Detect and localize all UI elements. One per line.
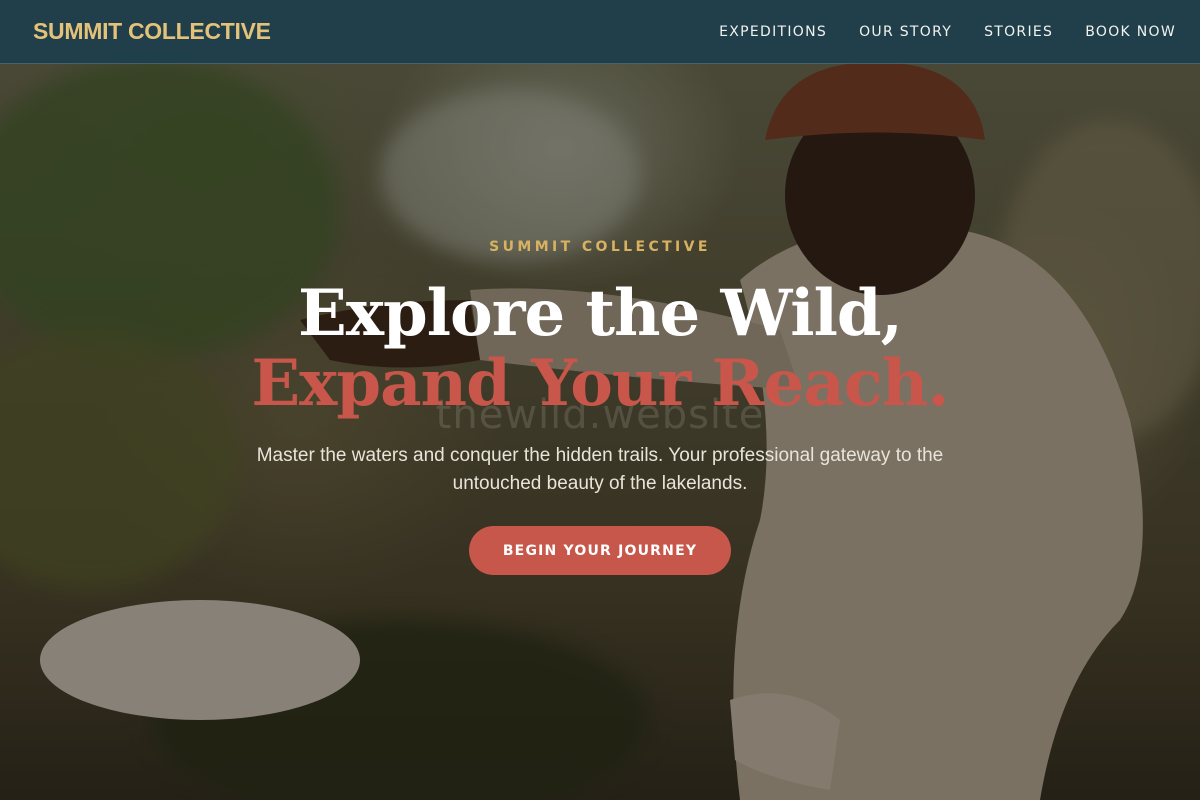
nav-links: EXPEDITIONS OUR STORY STORIES BOOK NOW (719, 24, 1176, 40)
nav-link-stories[interactable]: STORIES (984, 24, 1053, 40)
nav-link-book-now[interactable]: BOOK NOW (1085, 24, 1176, 40)
hero-content: SUMMIT COLLECTIVE Explore the Wild, thew… (0, 0, 1200, 800)
brand-logo[interactable]: SUMMIT COLLECTIVE (33, 18, 271, 45)
hero-headline-line2: Expand Your Reach. (251, 346, 949, 421)
nav-link-expeditions[interactable]: EXPEDITIONS (719, 24, 827, 40)
hero-eyebrow: SUMMIT COLLECTIVE (489, 239, 711, 255)
top-navbar: SUMMIT COLLECTIVE EXPEDITIONS OUR STORY … (0, 0, 1200, 64)
hero-subtitle: Master the waters and conquer the hidden… (256, 445, 944, 494)
nav-link-our-story[interactable]: OUR STORY (859, 24, 952, 40)
begin-journey-button[interactable]: BEGIN YOUR JOURNEY (469, 526, 731, 575)
